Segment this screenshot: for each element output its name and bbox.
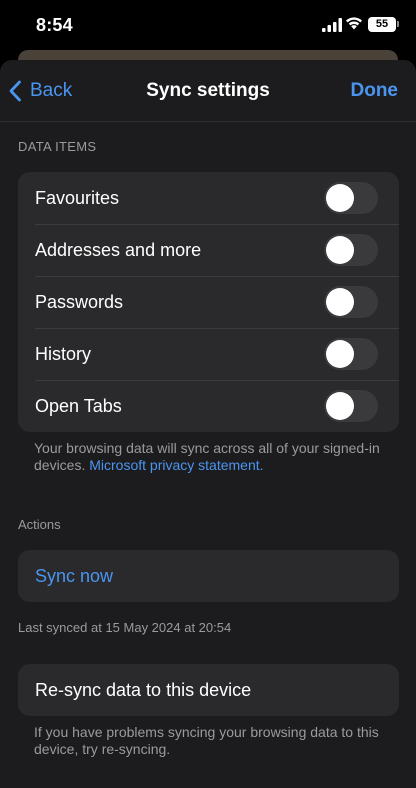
sync-item-label: History: [35, 343, 92, 364]
sync-item-history: History: [18, 328, 399, 380]
data-items-footnote: Your browsing data will sync across all …: [34, 440, 384, 474]
toggle-knob: [326, 392, 354, 420]
sync-item-favourites: Favourites: [18, 172, 399, 224]
toggle-knob: [326, 340, 354, 368]
status-bar: 8:54 55: [0, 0, 416, 50]
data-items-group: Favourites Addresses and more Passwords …: [18, 172, 399, 432]
sync-item-label: Passwords: [35, 291, 124, 312]
battery-icon: 55: [368, 17, 396, 32]
sync-item-label: Addresses and more: [35, 239, 202, 260]
addresses-toggle[interactable]: [324, 234, 378, 266]
actions-header: Actions: [18, 517, 61, 532]
battery-cap: [397, 21, 399, 27]
resync-footnote: If you have problems syncing your browsi…: [34, 724, 379, 757]
wifi-icon: [346, 17, 362, 30]
status-time: 8:54: [36, 15, 73, 35]
toggle-knob: [326, 184, 354, 212]
resync-group: Re-sync data to this device: [18, 664, 399, 716]
sync-item-label: Favourites: [35, 187, 120, 208]
data-items-header: DATA ITEMS: [18, 139, 97, 154]
done-button[interactable]: Done: [351, 80, 399, 102]
cellular-signal-icon: [322, 18, 342, 32]
screen: 8:54 55 Back Sync settings Done DATA ITE…: [0, 0, 416, 788]
toggle-knob: [326, 236, 354, 264]
toggle-knob: [326, 288, 354, 316]
sync-now-button[interactable]: Sync now: [18, 550, 399, 602]
sync-item-addresses: Addresses and more: [18, 224, 399, 276]
last-synced-text: Last synced at 15 May 2024 at 20:54: [18, 620, 232, 635]
resync-button[interactable]: Re-sync data to this device: [18, 664, 399, 716]
favourites-toggle[interactable]: [324, 182, 378, 214]
sync-item-open-tabs: Open Tabs: [18, 380, 399, 432]
sync-item-passwords: Passwords: [18, 276, 399, 328]
history-toggle[interactable]: [324, 338, 378, 370]
passwords-toggle[interactable]: [324, 286, 378, 318]
navigation-bar: Back Sync settings Done: [0, 60, 416, 122]
privacy-statement-link[interactable]: Microsoft privacy statement.: [89, 457, 263, 473]
sync-item-label: Open Tabs: [35, 395, 122, 416]
open-tabs-toggle[interactable]: [324, 390, 378, 422]
sync-now-group: Sync now: [18, 550, 399, 602]
